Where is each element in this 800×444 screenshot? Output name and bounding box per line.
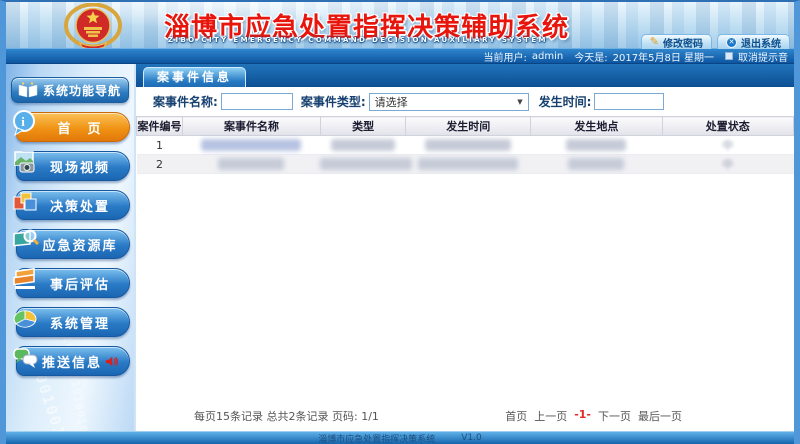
table-row[interactable]: 1 中 bbox=[137, 136, 794, 155]
sidebar-item-push-info[interactable]: 推送信息 bbox=[16, 346, 130, 376]
camera-icon bbox=[11, 148, 39, 176]
case-name-label: 案事件名称: bbox=[153, 93, 218, 110]
case-name-input[interactable] bbox=[221, 93, 293, 110]
cell-occur-time-redacted bbox=[406, 155, 531, 174]
current-user-value: admin bbox=[532, 51, 563, 62]
search-filters: 案事件名称: 案事件类型: 请选择 ▼ 发生时间: bbox=[136, 87, 794, 116]
logout-label: 退出系统 bbox=[741, 35, 781, 50]
body-region: 010010010100100 010010010100100 系统功能导航 i… bbox=[6, 64, 794, 431]
close-icon: ✕ bbox=[726, 37, 737, 48]
sidebar-item-label: 现场视频 bbox=[50, 157, 110, 176]
cell-case-no: 2 bbox=[137, 155, 183, 174]
sidebar-header-label: 系统功能导航 bbox=[43, 82, 121, 99]
col-occur-time: 发生时间 bbox=[406, 117, 531, 136]
next-page-link[interactable]: 下一页 bbox=[598, 408, 631, 424]
occur-time-label: 发生时间: bbox=[539, 93, 592, 110]
binary-decoration: 010010010100100 bbox=[59, 327, 92, 431]
footer-system-name: 淄博市应急处置指挥决策系统 bbox=[318, 432, 435, 444]
table-row[interactable]: 2 中 bbox=[137, 155, 794, 174]
mute-checkbox-label: 取消提示音 bbox=[738, 49, 788, 64]
col-case-no: 案件编号 bbox=[137, 117, 183, 136]
home-info-icon: i bbox=[11, 109, 39, 137]
sidebar-item-label: 系统管理 bbox=[50, 313, 110, 332]
current-page-indicator: -1- bbox=[574, 408, 591, 424]
sidebar-item-label: 事后评估 bbox=[50, 274, 110, 293]
sidebar-item-evaluation[interactable]: 事后评估 bbox=[16, 268, 130, 298]
footer-version: V1.0 bbox=[461, 433, 481, 443]
sidebar-item-label: 应急资源库 bbox=[42, 235, 117, 254]
current-user-label: 当前用户: bbox=[484, 49, 527, 64]
case-type-select[interactable]: 请选择 ▼ bbox=[369, 93, 529, 111]
open-book-icon bbox=[18, 82, 38, 98]
sidebar-item-label: 决策处置 bbox=[50, 196, 110, 215]
cell-case-name-redacted bbox=[182, 136, 320, 155]
last-page-link[interactable]: 最后一页 bbox=[638, 408, 682, 424]
books-icon bbox=[11, 265, 39, 293]
svg-text:i: i bbox=[21, 114, 27, 129]
case-type-label: 案事件类型: bbox=[301, 93, 366, 110]
sidebar-item-decision[interactable]: 决策处置 bbox=[16, 190, 130, 220]
case-info-panel: 案事件名称: 案事件类型: 请选择 ▼ 发生时间: bbox=[136, 87, 794, 431]
pager-links: 首页 上一页 -1- 下一页 最后一页 bbox=[505, 408, 682, 424]
change-password-label: 修改密码 bbox=[663, 35, 703, 50]
pagination-bar: 每页15条记录 总共2条记录 页码: 1/1 首页 上一页 -1- 下一页 最后… bbox=[136, 408, 794, 424]
cell-case-no: 1 bbox=[137, 136, 183, 155]
col-occur-place: 发生地点 bbox=[531, 117, 662, 136]
cell-occur-place-redacted bbox=[531, 155, 662, 174]
date-value: 2017年5月8日 星期一 bbox=[613, 49, 714, 64]
user-info-bar: 当前用户: admin 今天是: 2017年5月8日 星期一 取消提示音 bbox=[6, 48, 794, 64]
cell-case-name-redacted bbox=[182, 155, 320, 174]
prev-page-link[interactable]: 上一页 bbox=[534, 408, 567, 424]
tab-case-info[interactable]: 案事件信息 bbox=[143, 67, 246, 87]
tab-bar: 案事件信息 bbox=[136, 64, 794, 87]
content-region: 案事件信息 案事件名称: 案事件类型: 请选择 ▼ 发生时间: bbox=[136, 64, 794, 431]
cell-case-type-redacted bbox=[320, 155, 405, 174]
sidebar: 010010010100100 010010010100100 系统功能导航 i… bbox=[6, 64, 134, 431]
logout-button[interactable]: ✕ 退出系统 bbox=[717, 34, 790, 49]
change-password-button[interactable]: ✎ 修改密码 bbox=[641, 34, 712, 49]
chevron-down-icon: ▼ bbox=[517, 98, 522, 106]
file-boxes-icon bbox=[11, 187, 39, 215]
national-emblem-logo bbox=[54, 3, 132, 48]
sidebar-item-system-management[interactable]: 系统管理 bbox=[16, 307, 130, 337]
sidebar-item-home[interactable]: i 首 页 bbox=[16, 112, 130, 142]
cell-status-redacted: 中 bbox=[662, 136, 793, 155]
sidebar-item-label: 推送信息 bbox=[42, 352, 102, 371]
header-actions: ✎ 修改密码 ✕ 退出系统 bbox=[641, 34, 790, 49]
table-header-row: 案件编号 案事件名称 类型 发生时间 发生地点 处置状态 bbox=[137, 117, 794, 136]
col-case-name: 案事件名称 bbox=[182, 117, 320, 136]
page-subtitle: ZIBO CITY EMERGENCY COMMAND DECISION AUX… bbox=[168, 36, 548, 44]
chat-bubbles-icon bbox=[11, 343, 39, 371]
cell-status-redacted: 中 bbox=[662, 155, 793, 174]
cell-occur-time-redacted bbox=[406, 136, 531, 155]
book-magnifier-icon bbox=[11, 226, 39, 254]
app-window: 淄博市应急处置指挥决策辅助系统 ZIBO CITY EMERGENCY COMM… bbox=[0, 0, 800, 444]
sidebar-item-live-video[interactable]: 现场视频 bbox=[16, 151, 130, 181]
record-summary: 每页15条记录 总共2条记录 页码: 1/1 bbox=[194, 408, 379, 424]
pie-chart-icon bbox=[11, 304, 39, 332]
sidebar-item-label: 首 页 bbox=[57, 118, 102, 137]
mute-checkbox[interactable] bbox=[725, 52, 733, 60]
occur-time-input[interactable] bbox=[594, 93, 664, 110]
case-table: 案件编号 案事件名称 类型 发生时间 发生地点 处置状态 1 bbox=[136, 116, 794, 174]
footer-bar: 淄博市应急处置指挥决策系统 V1.0 bbox=[6, 431, 794, 444]
cell-occur-place-redacted bbox=[531, 136, 662, 155]
col-status: 处置状态 bbox=[662, 117, 793, 136]
app-header: 淄博市应急处置指挥决策辅助系统 ZIBO CITY EMERGENCY COMM… bbox=[6, 2, 794, 48]
cell-case-type-redacted bbox=[320, 136, 405, 155]
first-page-link[interactable]: 首页 bbox=[505, 408, 527, 424]
date-label: 今天是: bbox=[574, 49, 607, 64]
case-type-selected-value: 请选择 bbox=[375, 94, 408, 110]
sidebar-item-resource-library[interactable]: 应急资源库 bbox=[16, 229, 130, 259]
col-case-type: 类型 bbox=[320, 117, 405, 136]
speaker-icon bbox=[105, 355, 118, 368]
sidebar-header: 系统功能导航 bbox=[11, 77, 129, 103]
pencil-icon: ✎ bbox=[650, 36, 659, 47]
